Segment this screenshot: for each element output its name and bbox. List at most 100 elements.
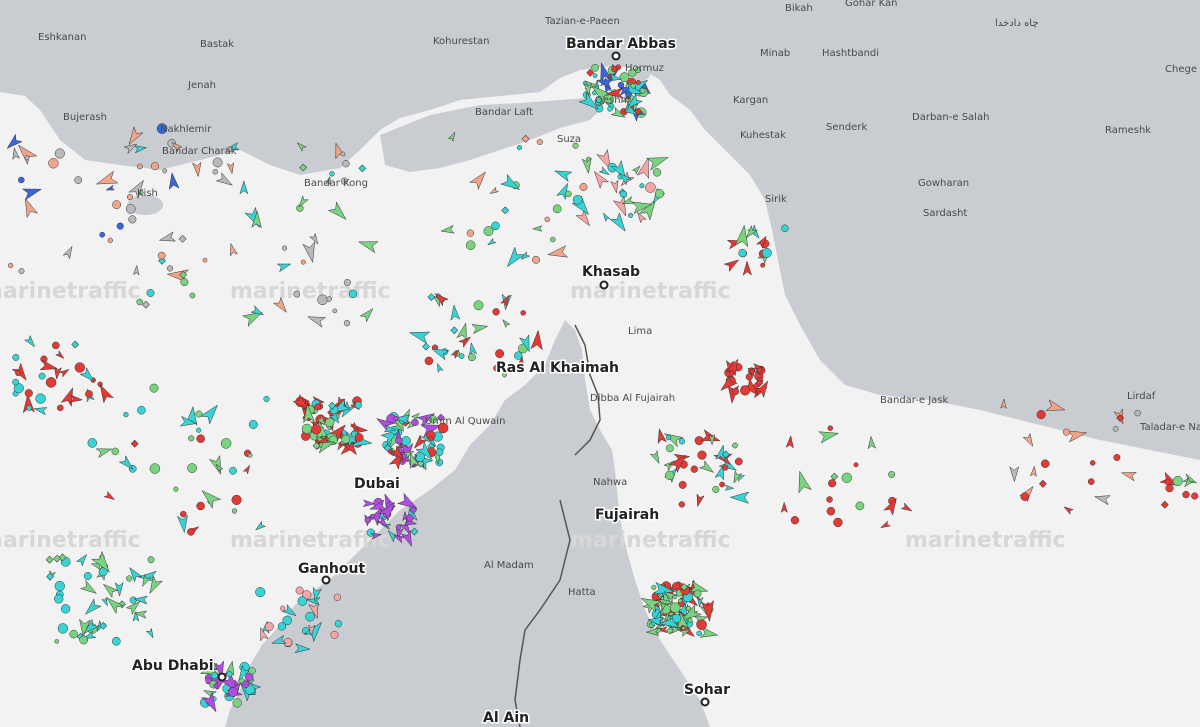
vessel-anchored-marker[interactable]	[74, 176, 83, 184]
vessel-anchored-marker[interactable]	[187, 528, 195, 536]
vessel-anchored-marker[interactable]	[841, 472, 852, 483]
vessel-anchored-marker[interactable]	[173, 486, 179, 492]
vessel-anchored-marker[interactable]	[696, 619, 707, 630]
vessel-anchored-marker[interactable]	[395, 524, 402, 530]
vessel-anchored-marker[interactable]	[550, 236, 556, 243]
vessel-anchored-marker[interactable]	[38, 372, 46, 380]
vessel-anchored-marker[interactable]	[435, 448, 444, 456]
vessel-anchored-marker[interactable]	[226, 671, 233, 678]
city-label-bandar-abbas[interactable]: Bandar Abbas	[565, 35, 678, 54]
vessel-anchored-marker[interactable]	[26, 405, 33, 411]
city-label-ganhout[interactable]: Ganhout	[297, 560, 367, 579]
vessel-anchored-marker[interactable]	[565, 190, 572, 198]
vessel-anchored-marker[interactable]	[492, 308, 500, 316]
vessel-anchored-marker[interactable]	[54, 594, 64, 604]
vessel-anchored-marker[interactable]	[212, 157, 223, 168]
vessel-anchored-marker[interactable]	[150, 162, 159, 171]
vessel-anchored-marker[interactable]	[669, 602, 681, 613]
city-label-al-ain[interactable]: Al Ain	[482, 709, 531, 727]
vessel-anchored-marker[interactable]	[231, 508, 238, 514]
vessel-anchored-marker[interactable]	[342, 160, 350, 168]
vessel-anchored-marker[interactable]	[536, 138, 543, 146]
vessel-anchored-marker[interactable]	[180, 510, 187, 518]
vessel-anchored-marker[interactable]	[354, 401, 362, 409]
vessel-anchored-marker[interactable]	[592, 73, 598, 78]
city-label-ras-al-khaimah[interactable]: Ras Al Khaimah	[495, 359, 621, 378]
vessel-anchored-marker[interactable]	[136, 298, 143, 306]
vessel-anchored-marker[interactable]	[195, 410, 203, 418]
vessel-anchored-marker[interactable]	[311, 424, 322, 435]
vessel-anchored-marker[interactable]	[212, 169, 219, 175]
vessel-anchored-marker[interactable]	[188, 435, 195, 442]
vessel-anchored-marker[interactable]	[166, 265, 174, 272]
vessel-anchored-marker[interactable]	[196, 434, 205, 443]
vessel-anchored-marker[interactable]	[220, 438, 232, 449]
vessel-anchored-marker[interactable]	[314, 403, 322, 411]
vessel-anchored-marker[interactable]	[697, 450, 707, 460]
vessel-anchored-marker[interactable]	[826, 506, 836, 516]
vessel-anchored-marker[interactable]	[828, 479, 837, 488]
vessel-anchored-marker[interactable]	[853, 462, 859, 468]
vessel-anchored-marker[interactable]	[85, 390, 93, 398]
vessel-anchored-marker[interactable]	[300, 259, 306, 265]
vessel-anchored-marker[interactable]	[428, 436, 434, 442]
vessel-anchored-marker[interactable]	[35, 393, 46, 404]
vessel-anchored-marker[interactable]	[180, 278, 189, 287]
vessel-anchored-marker[interactable]	[1040, 459, 1050, 468]
city-label-abu-dhabi[interactable]: Abu Dhabi	[131, 657, 216, 676]
vessel-anchored-marker[interactable]	[1134, 409, 1141, 417]
vessel-anchored-marker[interactable]	[652, 168, 662, 177]
city-label-fujairah[interactable]: Fujairah	[594, 506, 661, 525]
vessel-anchored-marker[interactable]	[738, 248, 747, 258]
vessel-anchored-marker[interactable]	[18, 176, 25, 184]
map-canvas[interactable]: marinetraffic marinetraffic marinetraffi…	[0, 0, 1200, 727]
vessel-anchored-marker[interactable]	[74, 362, 85, 373]
vessel-anchored-marker[interactable]	[149, 463, 161, 474]
vessel-anchored-marker[interactable]	[12, 353, 20, 361]
vessel-anchored-marker[interactable]	[532, 255, 540, 264]
vessel-anchored-marker[interactable]	[424, 356, 434, 366]
vessel-anchored-marker[interactable]	[516, 145, 523, 151]
vessel-anchored-marker[interactable]	[483, 226, 494, 237]
vessel-anchored-marker[interactable]	[1165, 484, 1174, 493]
vessel-anchored-marker[interactable]	[162, 168, 168, 174]
vessel-anchored-marker[interactable]	[1062, 428, 1070, 436]
vessel-anchored-marker[interactable]	[693, 589, 702, 598]
vessel-anchored-marker[interactable]	[99, 231, 106, 238]
vessel-anchored-marker[interactable]	[639, 183, 645, 189]
vessel-anchored-marker[interactable]	[690, 465, 698, 473]
vessel-anchored-marker[interactable]	[147, 556, 155, 564]
vessel-anchored-marker[interactable]	[116, 222, 124, 230]
vessel-anchored-marker[interactable]	[232, 698, 242, 708]
vessel-anchored-marker[interactable]	[60, 604, 71, 614]
vessel-anchored-marker[interactable]	[888, 471, 896, 478]
vessel-anchored-marker[interactable]	[722, 464, 729, 471]
vessel-anchored-marker[interactable]	[87, 438, 98, 448]
vessel-anchored-marker[interactable]	[665, 444, 674, 453]
vessel-anchored-marker[interactable]	[617, 81, 625, 89]
vessel-anchored-marker[interactable]	[607, 106, 613, 112]
vessel-anchored-marker[interactable]	[406, 514, 414, 522]
vessel-anchored-marker[interactable]	[7, 262, 14, 269]
vessel-anchored-marker[interactable]	[651, 584, 657, 590]
vessel-anchored-marker[interactable]	[370, 513, 375, 519]
vessel-anchored-marker[interactable]	[333, 593, 342, 601]
vessel-anchored-marker[interactable]	[552, 204, 562, 214]
vessel-anchored-marker[interactable]	[196, 427, 202, 433]
vessel-anchored-marker[interactable]	[579, 183, 588, 191]
vessel-anchored-marker[interactable]	[341, 434, 351, 444]
vessel-anchored-marker[interactable]	[54, 148, 65, 159]
vessel-anchored-marker[interactable]	[740, 385, 751, 396]
vessel-anchored-marker[interactable]	[687, 617, 693, 623]
vessel-anchored-marker[interactable]	[129, 596, 137, 604]
vessel-anchored-marker[interactable]	[1036, 410, 1046, 420]
vessel-anchored-marker[interactable]	[467, 353, 476, 362]
vessel-anchored-marker[interactable]	[1191, 492, 1199, 500]
vessel-anchored-marker[interactable]	[149, 383, 159, 393]
vessel-anchored-marker[interactable]	[678, 480, 687, 489]
vessel-anchored-marker[interactable]	[411, 418, 419, 427]
vessel-anchored-marker[interactable]	[231, 494, 242, 505]
vessel-anchored-marker[interactable]	[83, 572, 92, 580]
vessel-anchored-marker[interactable]	[364, 516, 372, 524]
vessel-anchored-marker[interactable]	[125, 204, 136, 214]
